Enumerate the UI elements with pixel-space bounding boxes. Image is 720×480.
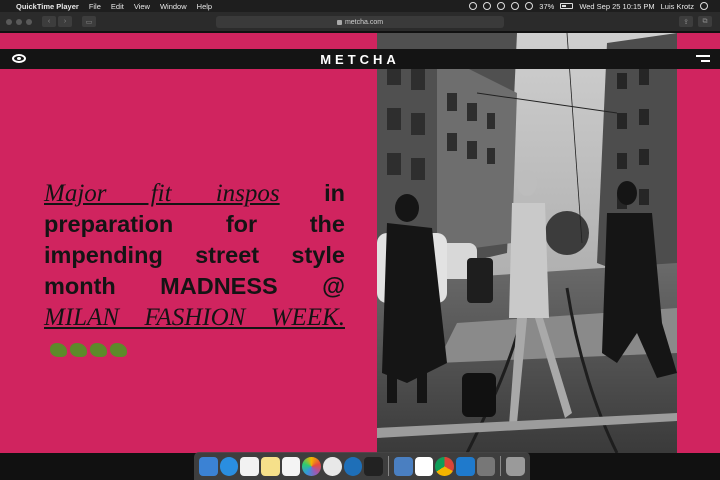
tabs-overview-button[interactable]: ⧉ bbox=[698, 16, 712, 27]
user-name[interactable]: Luis Krotz bbox=[661, 2, 694, 11]
menu-view[interactable]: View bbox=[134, 2, 150, 11]
dragon-emoji-icon bbox=[50, 342, 67, 357]
battery-icon[interactable] bbox=[560, 3, 574, 9]
sidebar-toggle-button[interactable]: ▭ bbox=[82, 16, 96, 27]
safari-icon[interactable] bbox=[219, 456, 239, 476]
battery-percent[interactable]: 37% bbox=[539, 2, 554, 11]
clock[interactable]: Wed Sep 25 10:15 PM bbox=[579, 2, 654, 11]
hamburger-menu-icon[interactable] bbox=[696, 55, 710, 63]
share-button[interactable]: ⇪ bbox=[679, 16, 693, 27]
window-controls bbox=[6, 18, 32, 25]
article-headline: Major fit inspos in preparation for the … bbox=[44, 178, 345, 364]
quicktime-icon[interactable] bbox=[343, 456, 363, 476]
street-style-photo[interactable] bbox=[377, 33, 677, 453]
record-status-icon[interactable] bbox=[469, 2, 478, 10]
back-button[interactable]: ‹ bbox=[42, 16, 56, 27]
finder-icon[interactable] bbox=[199, 456, 218, 476]
dinosaur-emoji-icon bbox=[110, 342, 127, 357]
lock-icon bbox=[336, 19, 342, 25]
menu-edit[interactable]: Edit bbox=[111, 2, 124, 11]
notes-icon[interactable] bbox=[261, 456, 280, 476]
itunes-icon[interactable] bbox=[323, 456, 342, 476]
site-logo[interactable]: METCHA bbox=[320, 52, 400, 67]
reminders-icon[interactable] bbox=[281, 456, 301, 476]
milan-fashion-week-link[interactable]: MILAN FASHION WEEK. bbox=[44, 304, 345, 331]
wifi-icon[interactable] bbox=[511, 2, 520, 10]
menu-file[interactable]: File bbox=[89, 2, 101, 11]
vscode-icon[interactable] bbox=[456, 456, 475, 476]
calendar-icon[interactable] bbox=[240, 456, 260, 476]
photos-icon[interactable] bbox=[302, 456, 322, 476]
menu-help[interactable]: Help bbox=[197, 2, 212, 11]
close-window-button[interactable] bbox=[6, 18, 12, 25]
volume-icon[interactable] bbox=[525, 2, 534, 10]
menu-window[interactable]: Window bbox=[160, 2, 187, 11]
bluetooth-icon[interactable] bbox=[497, 2, 506, 10]
trash-icon[interactable] bbox=[506, 456, 526, 476]
macos-dock bbox=[194, 452, 530, 480]
forward-button[interactable]: › bbox=[58, 16, 72, 27]
system-preferences-icon[interactable] bbox=[476, 456, 496, 476]
site-header: METCHA bbox=[0, 49, 720, 69]
photo-image bbox=[377, 33, 677, 453]
lizard-emoji-icon bbox=[90, 342, 107, 357]
chrome-icon[interactable] bbox=[435, 456, 455, 476]
dock-separator bbox=[388, 456, 390, 476]
url-text: metcha.com bbox=[344, 18, 384, 26]
slack-icon[interactable] bbox=[414, 456, 434, 476]
macos-menu-bar: QuickTime Player File Edit View Window H… bbox=[0, 0, 720, 12]
sync-status-icon[interactable] bbox=[483, 2, 492, 10]
emoji-group bbox=[50, 342, 127, 357]
snake-emoji-icon bbox=[70, 342, 87, 357]
siri-icon[interactable] bbox=[700, 2, 708, 10]
preview-icon[interactable] bbox=[394, 456, 413, 476]
dock-separator bbox=[500, 456, 502, 476]
address-bar[interactable]: metcha.com bbox=[216, 16, 504, 28]
menu-app-name[interactable]: QuickTime Player bbox=[16, 2, 79, 11]
fit-inspos-link[interactable]: Major fit inspos bbox=[44, 180, 280, 207]
terminal-icon[interactable] bbox=[364, 456, 384, 476]
zoom-window-button[interactable] bbox=[26, 18, 32, 25]
browser-toolbar: ‹ › ▭ metcha.com ⇪ ⧉ bbox=[0, 12, 720, 32]
minimize-window-button[interactable] bbox=[16, 18, 22, 25]
eye-logo-icon[interactable] bbox=[12, 54, 26, 63]
web-page: METCHA Major fit inspos in preparation f… bbox=[0, 33, 720, 453]
